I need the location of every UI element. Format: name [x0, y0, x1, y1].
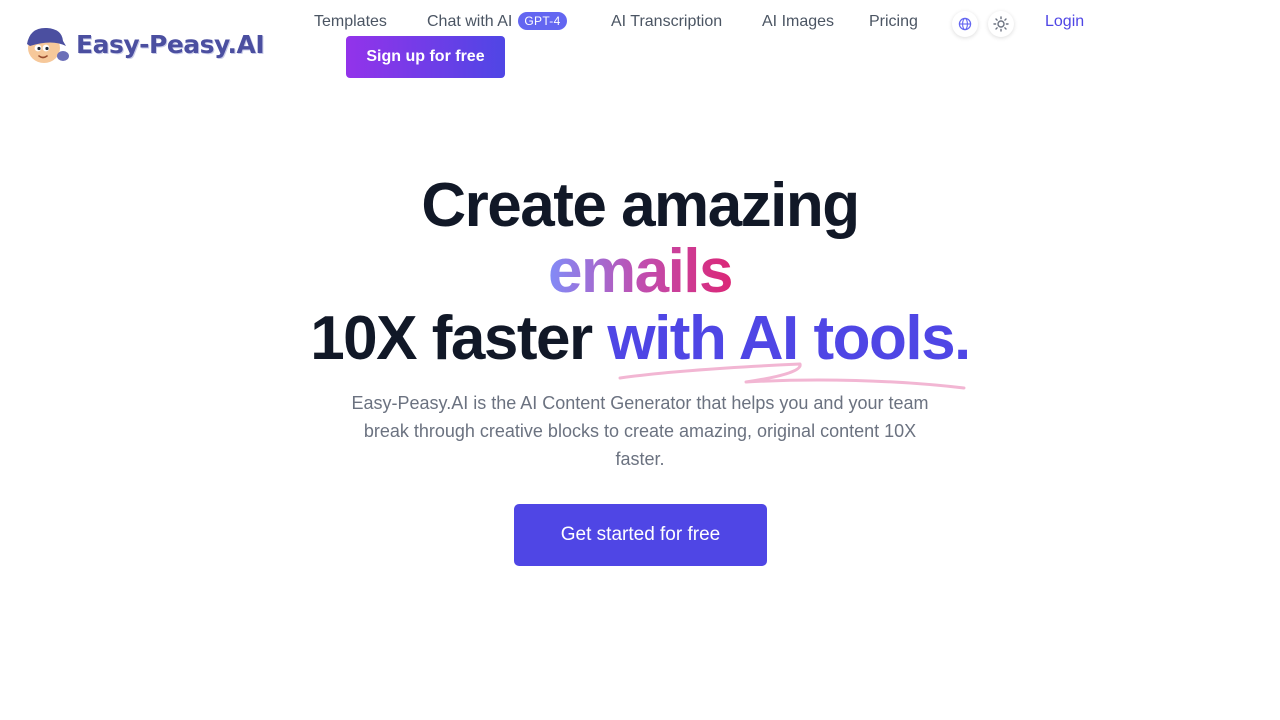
nav-chat-link[interactable]: Chat with AI GPT-4 [427, 12, 567, 32]
brand-name: Easy-Peasy.AI [76, 29, 265, 59]
hero-rotating-word-line: emails [0, 237, 1280, 307]
nav-templates-link[interactable]: Templates [314, 12, 387, 32]
signup-button[interactable]: Sign up for free [346, 36, 505, 78]
nav-transcription-link[interactable]: AI Transcription [611, 12, 722, 32]
nav-images-link[interactable]: AI Images [762, 12, 834, 32]
sun-icon [993, 16, 1009, 32]
nav-pricing-link[interactable]: Pricing [869, 12, 918, 32]
hero-line-3-plain: 10X faster [310, 304, 593, 373]
nav-chat-label: Chat with AI [427, 13, 513, 30]
hero-subtitle: Easy-Peasy.AI is the AI Content Generato… [351, 393, 929, 469]
mascot-logo-icon [27, 27, 69, 63]
get-started-button[interactable]: Get started for free [514, 504, 767, 566]
gpt4-badge: GPT-4 [518, 12, 567, 30]
hero-heading-line-1: Create amazing [421, 171, 860, 240]
language-button[interactable] [952, 11, 978, 37]
hero-rotating-word: emails [547, 237, 734, 306]
theme-toggle-button[interactable] [988, 11, 1014, 37]
landing-page: Easy-Peasy.AI Templates Chat with AI GPT-… [0, 0, 1280, 720]
globe-icon [958, 17, 972, 31]
brand-logo[interactable]: Easy-Peasy.AI [22, 24, 265, 64]
login-link[interactable]: Login [1045, 12, 1084, 32]
